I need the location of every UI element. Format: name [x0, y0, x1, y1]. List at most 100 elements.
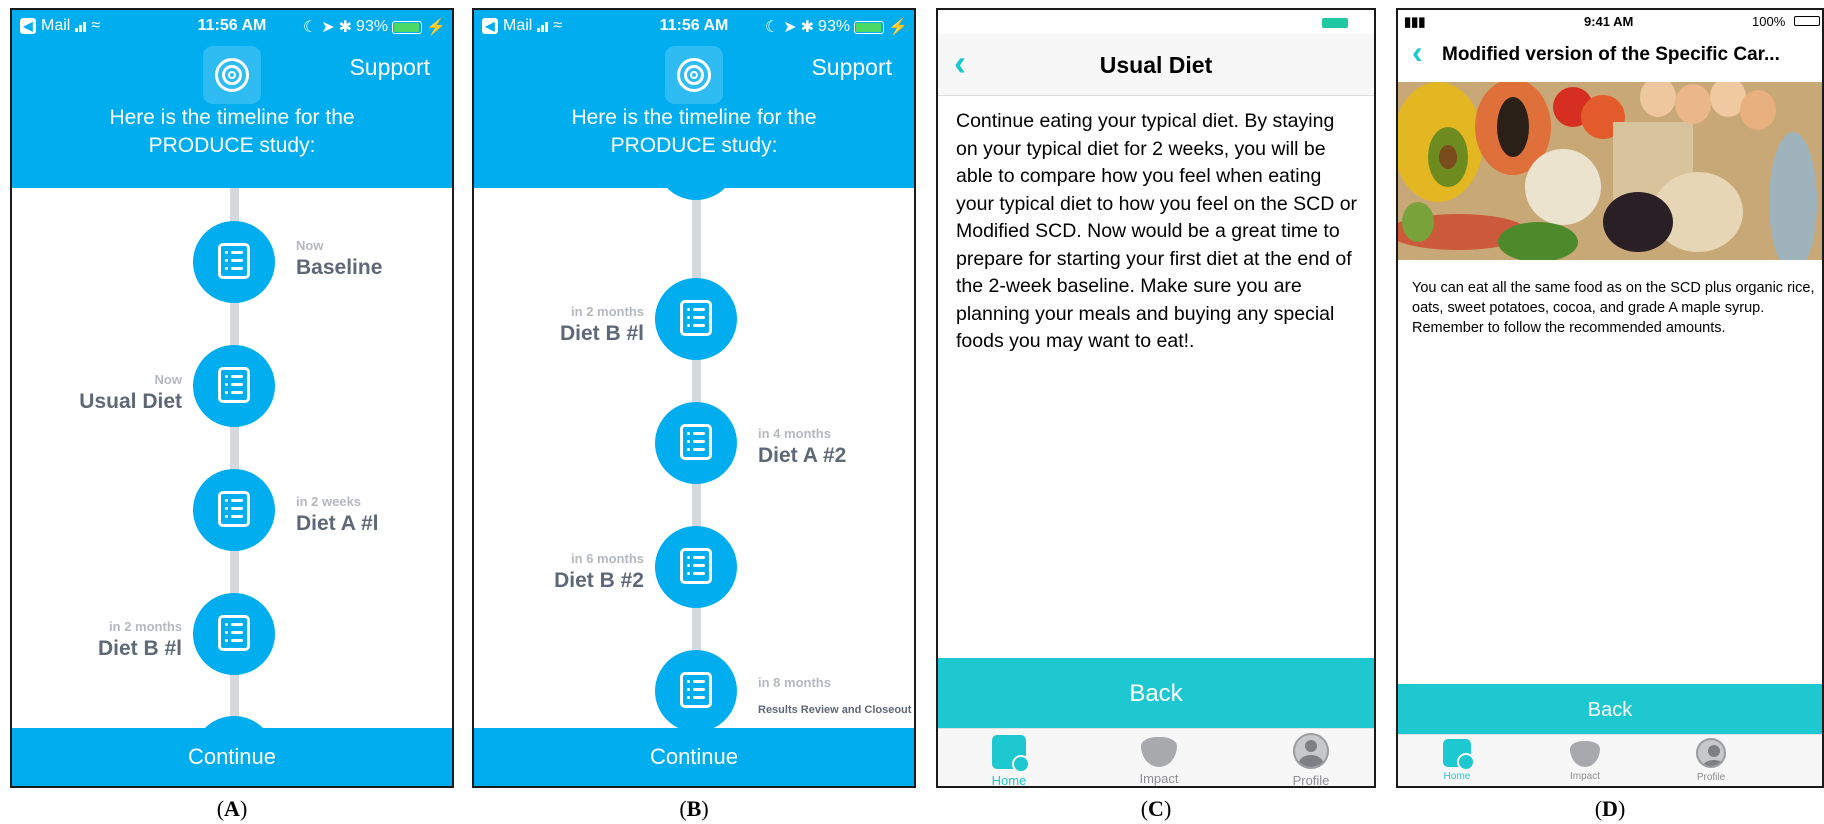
timeline-when: Now	[296, 238, 324, 253]
description-text: Continue eating your typical diet. By st…	[956, 110, 1358, 352]
checklist-icon	[680, 548, 712, 584]
checklist-icon	[680, 672, 712, 708]
timeline-name: Diet A #l	[296, 512, 379, 535]
status-bar: ◀ Mail ≈ 11:56 AM ☾ ➤ ✱ 93% ⚡	[12, 10, 452, 44]
timeline[interactable]: Now Baseline Now Usual Diet in 2 weeks D…	[12, 188, 452, 730]
timeline-name: Diet B #l	[559, 322, 644, 345]
tab-bar: Home Impact Profile	[938, 728, 1374, 786]
food-photo-art	[1398, 82, 1822, 260]
back-button[interactable]: Back	[1398, 684, 1822, 736]
tab-impact[interactable]: Impact	[1550, 741, 1620, 782]
timeline-when: in 2 months	[109, 619, 182, 634]
back-button[interactable]: Back	[938, 658, 1374, 730]
bluetooth-icon: ✱	[800, 19, 815, 36]
checklist-icon	[218, 243, 250, 279]
tab-profile[interactable]: Profile	[1276, 733, 1346, 788]
caption-letter: D	[1602, 796, 1618, 821]
status-bar: ◀ Mail ≈ 11:56 AM ☾ ➤ ✱ 93% ⚡	[474, 10, 914, 44]
intro-line-1: Here is the timeline for the	[109, 106, 355, 129]
timeline-when: in 6 months	[571, 551, 644, 566]
timeline-node-diet-a-2[interactable]	[655, 402, 737, 484]
tab-label: Home	[991, 773, 1027, 788]
timeline-intro: Here is the timeline for the PRODUCE stu…	[474, 104, 914, 160]
screenshot-panel-c: ‹ Usual Diet Continue eating your typica…	[936, 8, 1376, 788]
battery-icon	[392, 20, 423, 34]
continue-button[interactable]: Continue	[12, 728, 452, 786]
tab-bar: Home Impact Profile	[1398, 734, 1822, 786]
timeline-label: in 8 months Results Review and Closeout	[758, 675, 914, 716]
timeline-node-partial	[655, 188, 737, 200]
timeline-node-results[interactable]	[655, 650, 737, 730]
intro-line-1: Here is the timeline for the	[571, 106, 817, 129]
battery-icon	[854, 20, 885, 34]
screenshot-panel-b: ◀ Mail ≈ 11:56 AM ☾ ➤ ✱ 93% ⚡ Support He…	[472, 8, 916, 788]
tab-label: Impact	[1569, 771, 1600, 782]
timeline-label: in 2 months Diet B #l	[12, 619, 182, 661]
timeline-when: Now	[154, 372, 182, 387]
timeline-name: Diet B #l	[97, 637, 182, 660]
caption-letter: B	[686, 796, 702, 821]
caption-a: (A)	[216, 796, 248, 821]
tab-label: Profile	[1292, 773, 1330, 788]
caption-c: (C)	[1140, 796, 1172, 821]
home-icon	[992, 735, 1030, 773]
timeline-node-diet-a-1[interactable]	[193, 469, 275, 551]
tab-profile[interactable]: Profile	[1676, 738, 1746, 783]
support-link[interactable]: Support	[811, 54, 892, 81]
timeline-node-baseline[interactable]	[193, 221, 275, 303]
tab-home[interactable]: Home	[1422, 739, 1492, 782]
timeline-label: in 2 weeks Diet A #l	[296, 494, 452, 536]
tab-home[interactable]: Home	[974, 735, 1044, 788]
timeline-when: in 2 months	[571, 304, 644, 319]
timeline-node-diet-b-1[interactable]	[655, 278, 737, 360]
battery-percent: 93%	[818, 18, 851, 35]
app-logo-icon	[665, 46, 723, 104]
profile-icon	[1696, 738, 1726, 768]
location-icon: ➤	[783, 19, 797, 36]
timeline-when: in 8 months	[758, 675, 831, 690]
timeline[interactable]: in 2 months Diet B #l in 4 months Diet A…	[474, 188, 914, 730]
back-chevron-icon[interactable]: ‹	[1412, 34, 1423, 71]
checklist-icon	[680, 424, 712, 460]
timeline-when: in 4 months	[758, 426, 831, 441]
tab-label: Profile	[1696, 772, 1726, 783]
timeline-name: Diet A #2	[758, 444, 847, 467]
battery-icon	[1794, 16, 1820, 26]
app-logo-icon	[203, 46, 261, 104]
nav-bar: ‹ Usual Diet	[938, 34, 1374, 96]
status-time: 9:41 AM	[1584, 14, 1634, 29]
home-icon	[1443, 739, 1475, 771]
timeline-label: in 4 months Diet A #2	[758, 426, 914, 468]
nav-bar: ‹ Modified version of the Specific Car..…	[1398, 32, 1822, 82]
timeline-label: in 6 months Diet B #2	[474, 551, 644, 593]
tab-label: Home	[1443, 771, 1471, 782]
tab-label: Impact	[1139, 771, 1179, 786]
support-link[interactable]: Support	[349, 54, 430, 81]
intro-line-2: PRODUCE study:	[148, 134, 316, 157]
moon-icon: ☾	[764, 19, 780, 36]
tab-impact[interactable]: Impact	[1124, 737, 1194, 786]
location-icon: ➤	[321, 19, 335, 36]
caption-letter: A	[224, 796, 240, 821]
timeline-node-diet-b-1[interactable]	[193, 593, 275, 675]
timeline-node-diet-b-2[interactable]	[655, 526, 737, 608]
timeline-when: in 2 weeks	[296, 494, 362, 509]
checklist-icon	[218, 615, 250, 651]
battery-percent: 100%	[1752, 14, 1786, 29]
page-title: Usual Diet	[1099, 52, 1213, 78]
battery-percent: 93%	[356, 18, 389, 35]
screenshot-panel-d: ▮▮▮ 9:41 AM 100% ‹ Modified version of t…	[1396, 8, 1824, 788]
caption-letter: C	[1148, 796, 1164, 821]
checklist-icon	[218, 367, 250, 403]
caption-d: (D)	[1594, 796, 1626, 821]
timeline-intro: Here is the timeline for the PRODUCE stu…	[12, 104, 452, 160]
screenshot-panel-a: ◀ Mail ≈ 11:56 AM ☾ ➤ ✱ 93% ⚡ Support He…	[10, 8, 454, 788]
moon-icon: ☾	[302, 19, 318, 36]
page-title: Modified version of the Specific Car...	[1442, 44, 1780, 65]
continue-button[interactable]: Continue	[474, 728, 914, 786]
header-banner: ◀ Mail ≈ 11:56 AM ☾ ➤ ✱ 93% ⚡ Support He…	[12, 10, 452, 188]
caption-b: (B)	[679, 796, 709, 821]
food-photo	[1398, 82, 1822, 260]
timeline-node-usual-diet[interactable]	[193, 345, 275, 427]
timeline-name: Usual Diet	[79, 390, 182, 413]
